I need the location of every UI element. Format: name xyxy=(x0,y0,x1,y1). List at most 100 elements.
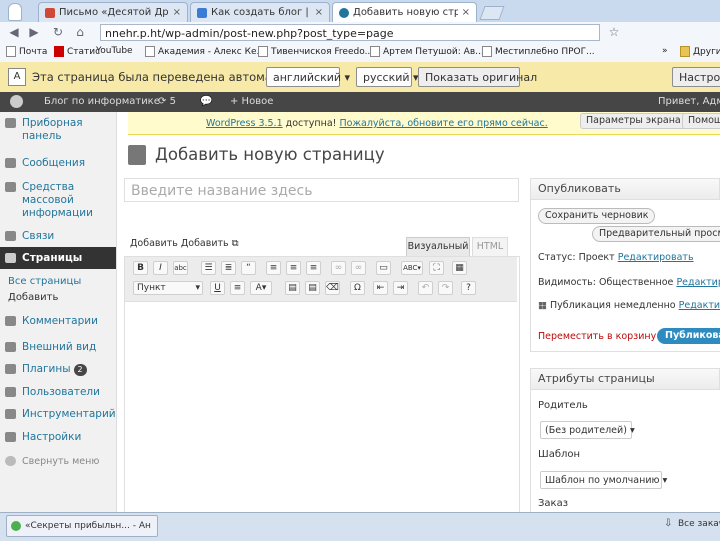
all-downloads-link[interactable]: Все закачки xyxy=(678,519,720,529)
close-icon[interactable]: × xyxy=(462,7,470,18)
bookmark-item[interactable]: Статис xyxy=(54,46,100,57)
underline-button[interactable]: U xyxy=(210,281,225,295)
update-now-link[interactable]: Пожалуйста, обновите его прямо сейчас. xyxy=(340,118,548,129)
show-original-button[interactable]: Показать оригинал xyxy=(418,67,537,87)
from-language-select[interactable]: английский ▾ xyxy=(266,67,350,87)
translate-settings-button[interactable]: Настройки xyxy=(672,67,720,87)
sidebar-item-posts[interactable]: Сообщения xyxy=(0,157,116,170)
sidebar-item-dashboard[interactable]: Приборная панель xyxy=(0,117,116,143)
publish-date-edit-link[interactable]: Редактироват xyxy=(679,300,720,311)
clear-formatting-button[interactable]: ⌫ xyxy=(325,281,340,295)
help-icon[interactable]: ? xyxy=(461,281,476,295)
reload-icon[interactable]: ↻ xyxy=(50,24,66,40)
more-tag-button[interactable]: ▭ xyxy=(376,261,391,275)
visibility-edit-link[interactable]: Редактироват xyxy=(676,277,720,288)
link-icon xyxy=(5,231,16,241)
sidebar-item-tools[interactable]: Инструментарий xyxy=(0,408,116,421)
dashboard-icon xyxy=(5,118,16,128)
home-icon[interactable]: ⌂ xyxy=(72,24,88,40)
sidebar-item-users[interactable]: Пользователи xyxy=(0,386,116,399)
page-title: Добавить новую страницу xyxy=(155,145,385,164)
to-language-select[interactable]: русский ▾ xyxy=(356,67,419,87)
text-color-button[interactable]: A▾ xyxy=(250,281,272,295)
align-center-button[interactable]: ≡ xyxy=(286,261,301,275)
move-to-trash-link[interactable]: Переместить в корзину xyxy=(538,331,656,342)
tab-blog[interactable]: Как создать блог | Блог по... × xyxy=(190,2,330,22)
bookmark-item[interactable]: Почта xyxy=(6,46,47,57)
new-content-link[interactable]: + Новое xyxy=(230,92,273,112)
download-icon[interactable]: ⇩ xyxy=(664,518,672,529)
status-edit-link[interactable]: Редактировать xyxy=(618,252,694,263)
comments-icon[interactable]: 💬 xyxy=(200,92,212,112)
undo-button[interactable]: ↶ xyxy=(418,281,433,295)
sidebar-item-appearance[interactable]: Внешний вид xyxy=(0,341,116,354)
bookmark-item[interactable]: Артем Петушой: Ав... xyxy=(370,46,484,57)
paste-text-button[interactable]: ▤ xyxy=(285,281,300,295)
sidebar-subitem-add-new[interactable]: Добавить xyxy=(8,292,58,303)
star-icon[interactable]: ☆ xyxy=(606,24,622,40)
youtube-icon xyxy=(54,46,64,57)
fullscreen-button[interactable]: ⛶ xyxy=(429,261,444,275)
account-greeting[interactable]: Привет, Адми xyxy=(658,92,720,112)
unlink-button[interactable]: ∞ xyxy=(351,261,366,275)
updates-link[interactable]: ⟳ 5 xyxy=(158,92,176,112)
close-icon[interactable]: × xyxy=(315,7,323,18)
browser-menu-icon[interactable] xyxy=(8,3,22,21)
sidebar-item-links[interactable]: Связи xyxy=(0,230,116,243)
indent-button[interactable]: ⇥ xyxy=(393,281,408,295)
bookmark-item[interactable]: Академия - Алекс Ке... xyxy=(145,46,265,57)
bookmark-item[interactable]: YouTube xyxy=(96,46,133,56)
collapse-icon xyxy=(5,456,16,466)
align-right-button[interactable]: ≡ xyxy=(306,261,321,275)
tab-visual[interactable]: Визуальный xyxy=(406,237,470,256)
add-media-button[interactable]: Добавить Добавить ⧉ xyxy=(130,238,239,249)
sidebar-item-comments[interactable]: Комментарии xyxy=(0,315,116,328)
strikethrough-button[interactable]: abc xyxy=(173,261,188,275)
italic-button[interactable]: I xyxy=(153,261,168,275)
bold-button[interactable]: B xyxy=(133,261,148,275)
justify-button[interactable]: ≡ xyxy=(230,281,245,295)
publish-button[interactable]: Публиковать xyxy=(657,328,720,344)
screen-options-button[interactable]: Параметры экрана ▾ xyxy=(580,113,695,129)
align-left-button[interactable]: ≡ xyxy=(266,261,281,275)
save-draft-button[interactable]: Сохранить черновик xyxy=(538,208,656,224)
bookmark-item[interactable]: Местиплебно ПРОГ... xyxy=(482,46,595,57)
sidebar-item-media[interactable]: Средства массовой информации xyxy=(0,181,116,220)
sidebar-item-pages[interactable]: Страницы xyxy=(0,247,116,269)
version-link[interactable]: WordPress 3.5.1 xyxy=(206,118,283,129)
blockquote-button[interactable]: “ xyxy=(241,261,256,275)
special-character-button[interactable]: Ω xyxy=(350,281,365,295)
preview-button[interactable]: Предварительный просмо xyxy=(592,226,720,242)
tab-html[interactable]: HTML xyxy=(472,237,508,256)
sidebar-item-settings[interactable]: Настройки xyxy=(0,431,116,444)
taskbar-window-item[interactable]: «Секреты прибыльн... - Ан xyxy=(6,515,158,537)
media-icon: ⧉ xyxy=(231,238,239,249)
url-input[interactable]: nnehr.p.ht/wp-admin/post-new.php?post_ty… xyxy=(100,24,600,41)
redo-button[interactable]: ↷ xyxy=(438,281,453,295)
site-name-link[interactable]: Блог по информатике xyxy=(44,92,160,112)
bullet-list-button[interactable]: ☰ xyxy=(201,261,216,275)
help-button[interactable]: Помощь ▾ xyxy=(682,113,720,129)
parent-select[interactable]: (Без родителей) ▾ xyxy=(540,421,635,439)
insert-link-button[interactable]: ∞ xyxy=(331,261,346,275)
back-icon[interactable]: ◀ xyxy=(6,24,22,40)
tab-gmail[interactable]: Письмо «Десятой Друг... × xyxy=(38,2,188,22)
title-input[interactable]: Введите название здесь xyxy=(124,178,519,202)
outdent-button[interactable]: ⇤ xyxy=(373,281,388,295)
tab-add-page[interactable]: Добавить новую страницу × xyxy=(332,2,477,22)
template-select[interactable]: Шаблон по умолчанию ▾ xyxy=(540,471,667,489)
wordpress-logo-icon[interactable] xyxy=(10,92,23,112)
bookmarks-overflow[interactable]: » xyxy=(662,46,668,56)
spellcheck-button[interactable]: ABC▾ xyxy=(401,261,423,275)
forward-icon[interactable]: ▶ xyxy=(26,24,42,40)
numbered-list-button[interactable]: ≣ xyxy=(221,261,236,275)
kitchen-sink-button[interactable]: ▦ xyxy=(452,261,467,275)
paste-word-button[interactable]: ▤ xyxy=(305,281,320,295)
sidebar-subitem-all-pages[interactable]: Все страницы xyxy=(8,276,81,287)
sidebar-collapse-menu[interactable]: Свернуть меню xyxy=(0,455,116,468)
format-select[interactable]: Пункт ▾ xyxy=(133,281,203,295)
close-icon[interactable]: × xyxy=(173,7,181,18)
sidebar-item-plugins[interactable]: Плагины 2 xyxy=(0,363,116,376)
bookmark-folder-other[interactable]: Другие xyxy=(680,46,720,57)
bookmark-item[interactable]: Тивенчискоя Freedo... xyxy=(258,46,373,57)
